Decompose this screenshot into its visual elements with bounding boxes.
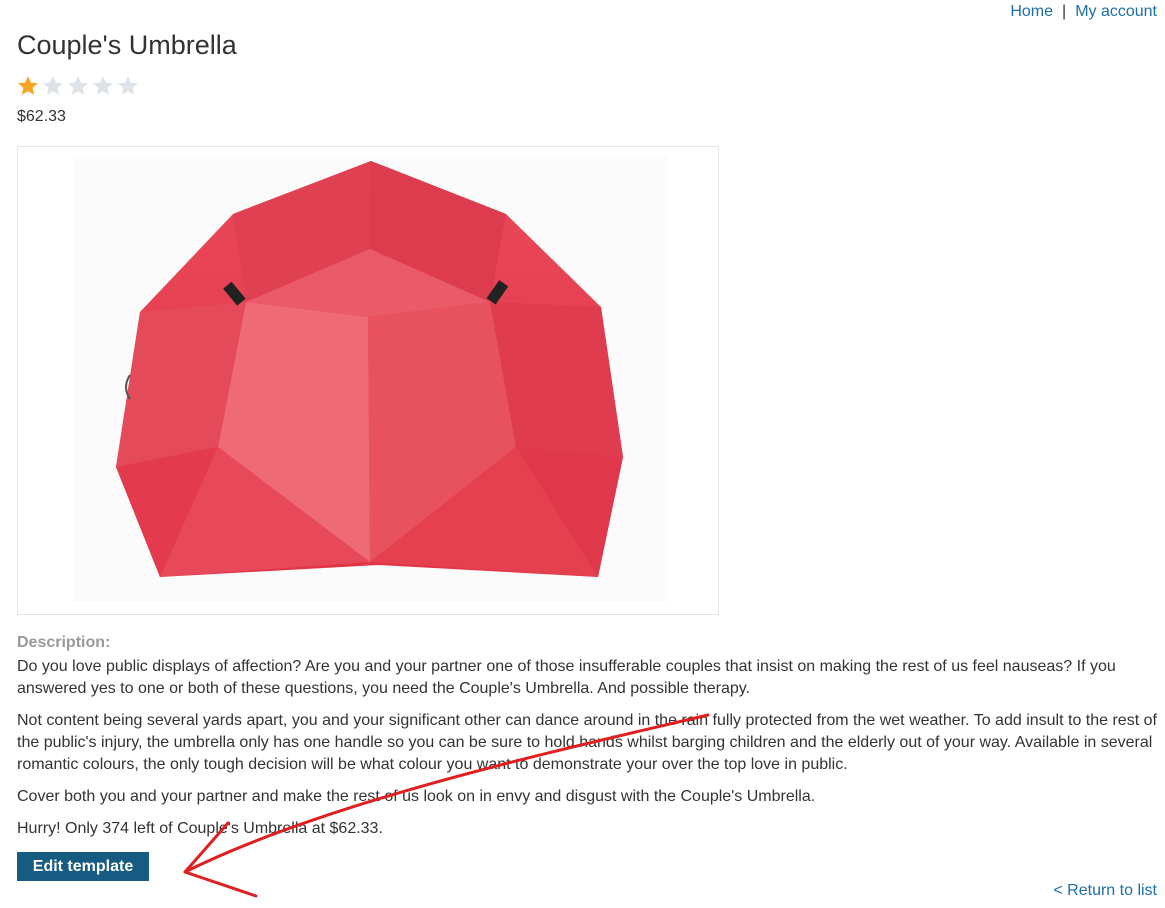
star-icon-3 [67,76,88,95]
star-icon-4 [92,76,113,95]
star-icon-1 [17,76,38,95]
description-label: Description: [17,634,111,651]
product-image [17,146,719,615]
my-account-link[interactable]: My account [1075,3,1157,20]
edit-template-button[interactable]: Edit template [17,852,149,881]
nav-separator: | [1062,3,1067,20]
home-link[interactable]: Home [1010,3,1053,20]
description-paragraph: Cover both you and your partner and make… [17,788,816,805]
product-price: $62.33 [17,108,66,125]
description-paragraph: Not content being several yards apart, y… [17,712,1157,773]
top-nav: Home | My account [1010,3,1157,21]
description-body: Do you love public displays of affection… [17,656,1162,850]
description-paragraph: Do you love public displays of affection… [17,658,1116,697]
star-rating [16,74,140,98]
product-title: Couple's Umbrella [17,30,237,60]
red-umbrella-image [73,157,668,602]
star-icon-2 [42,76,63,95]
star-icon-5 [117,76,138,95]
stock-notice: Hurry! Only 374 left of Couple's Umbrell… [17,820,383,837]
return-to-list-link[interactable]: < Return to list [1053,882,1157,900]
